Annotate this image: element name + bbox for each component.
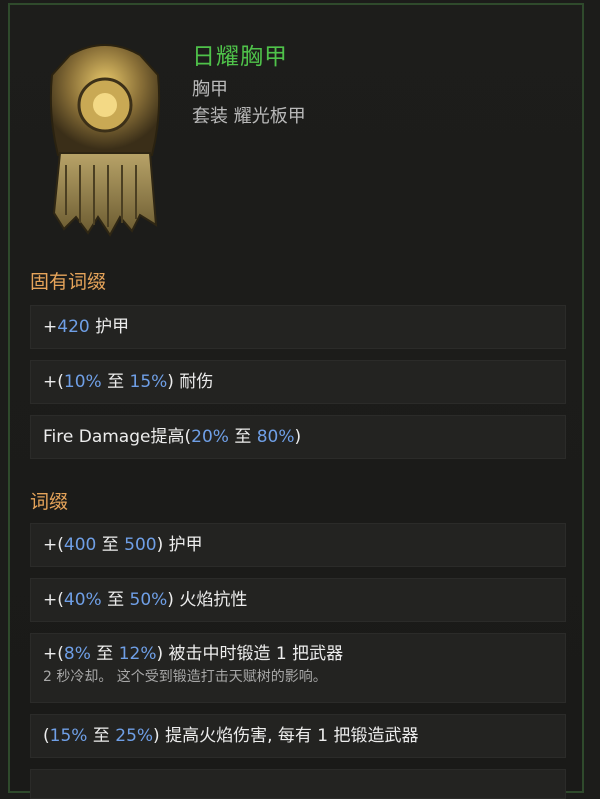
item-tooltip: 日耀胸甲 胸甲 套装 耀光板甲 固有词缀 +420 护甲 +(10% 至 15%… [8,3,584,799]
explicit-affix-row: +(8% 至 12%) 被击中时锻造 1 把武器 2 秒冷却。 这个受到锻造打击… [30,633,566,703]
explicit-affix-row: +(40% 至 50%) 火焰抗性 [30,578,566,622]
explicit-affix-row: +(400 至 500) 护甲 [30,523,566,567]
implicit-affix-row: +(10% 至 15%) 耐伤 [30,360,566,404]
implicit-affix-row: +420 护甲 [30,305,566,349]
item-set: 套装 耀光板甲 [192,106,306,127]
item-name: 日耀胸甲 [192,44,288,70]
explicit-section-title: 词缀 [30,491,69,513]
chest-armor-icon [49,44,161,237]
explicit-affix-row: (15% 至 25%) 提高火焰伤害, 每有 1 把锻造武器 [30,714,566,758]
item-header: 日耀胸甲 胸甲 套装 耀光板甲 [10,5,582,255]
affix-note: 2 秒冷却。 这个受到锻造打击天赋树的影响。 [43,669,327,685]
implicit-section-title: 固有词缀 [30,271,107,293]
explicit-affix-row [30,769,566,799]
implicit-affix-row: Fire Damage提高(20% 至 80%) [30,415,566,459]
item-type: 胸甲 [192,79,228,100]
